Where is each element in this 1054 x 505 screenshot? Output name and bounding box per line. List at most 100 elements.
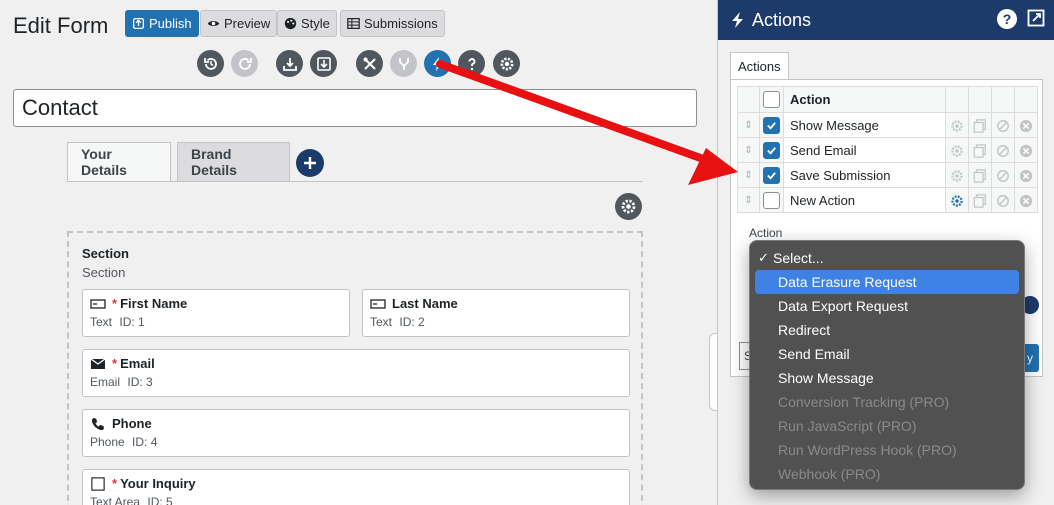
select-all-checkbox[interactable] xyxy=(763,91,780,109)
delete-icon[interactable] xyxy=(1019,119,1033,133)
field-last-name[interactable]: Last Name Text ID: 2 xyxy=(362,289,630,337)
tab-brand-details[interactable]: Brand Details xyxy=(177,142,290,181)
history-button[interactable] xyxy=(197,50,224,77)
menu-item-send-email[interactable]: Send Email xyxy=(755,342,1019,366)
drag-handle[interactable]: ⇕ xyxy=(737,162,760,188)
form-title-input[interactable] xyxy=(13,89,697,127)
wrench-screwdriver-icon xyxy=(363,57,376,70)
field-id: ID: 3 xyxy=(127,375,153,389)
menu-item-run-javascript: Run JavaScript (PRO) xyxy=(778,418,917,434)
expand-icon[interactable] xyxy=(1027,9,1045,27)
field-id: ID: 2 xyxy=(399,315,425,329)
gear-icon[interactable] xyxy=(950,144,964,158)
submissions-button[interactable]: Submissions xyxy=(340,10,445,37)
drag-handle[interactable]: ⇕ xyxy=(737,187,760,213)
duplicate-icon[interactable] xyxy=(973,194,987,208)
question-icon xyxy=(468,57,475,70)
tools-button[interactable] xyxy=(356,50,383,77)
panel-help-button[interactable]: ? xyxy=(997,9,1017,29)
lightning-icon xyxy=(732,12,743,28)
page-title: Edit Form xyxy=(13,13,109,38)
table-row[interactable]: ⇕ New Action xyxy=(737,187,1038,213)
lightning-icon xyxy=(432,56,442,71)
field-label: First Name xyxy=(120,296,188,311)
action-active-checkbox[interactable] xyxy=(763,166,780,184)
plus-icon xyxy=(304,157,316,169)
field-type: Email xyxy=(90,375,121,389)
drag-handle[interactable]: ⇕ xyxy=(737,112,760,138)
checkmark-icon: ✓ xyxy=(758,250,769,265)
duplicate-icon[interactable] xyxy=(973,169,987,183)
form-section: Section Section * First Name Text ID: 1 L… xyxy=(67,231,643,505)
gear-icon[interactable] xyxy=(950,194,964,208)
redo-button[interactable] xyxy=(231,50,258,77)
disable-icon[interactable] xyxy=(996,194,1010,208)
table-row[interactable]: ⇕ Save Submission xyxy=(737,162,1038,188)
field-type: Text Area xyxy=(90,495,141,505)
palette-icon xyxy=(284,17,297,30)
menu-item-conversion-tracking: Conversion Tracking (PRO) xyxy=(778,394,950,410)
question-icon: ? xyxy=(1002,11,1012,27)
tab-actions[interactable]: Actions xyxy=(730,52,789,80)
field-id: ID: 1 xyxy=(119,315,145,329)
section-settings-button[interactable] xyxy=(615,193,642,220)
logic-button[interactable] xyxy=(390,50,417,77)
field-first-name[interactable]: * First Name Text ID: 1 xyxy=(82,289,350,337)
field-type: Phone xyxy=(90,435,125,449)
field-email[interactable]: * Email Email ID: 3 xyxy=(82,349,630,397)
field-id: ID: 4 xyxy=(132,435,158,449)
menu-item-select[interactable]: ✓ Select... xyxy=(755,246,1019,270)
disable-icon[interactable] xyxy=(996,169,1010,183)
gear-icon[interactable] xyxy=(950,119,964,133)
settings-button[interactable] xyxy=(493,50,520,77)
menu-item-redirect[interactable]: Redirect xyxy=(755,318,1019,342)
field-your-inquiry[interactable]: * Your Inquiry Text Area ID: 5 xyxy=(82,469,630,505)
delete-icon[interactable] xyxy=(1019,144,1033,158)
duplicate-icon[interactable] xyxy=(973,144,987,158)
history-icon xyxy=(203,57,217,70)
field-phone[interactable]: Phone Phone ID: 4 xyxy=(82,409,630,457)
action-name[interactable]: Send Email xyxy=(783,137,946,163)
preview-button[interactable]: Preview xyxy=(200,10,278,37)
style-button[interactable]: Style xyxy=(277,10,337,37)
menu-item-data-erasure-request[interactable]: Data Erasure Request xyxy=(755,270,1019,294)
field-id: ID: 5 xyxy=(147,495,173,505)
disable-icon[interactable] xyxy=(996,144,1010,158)
eye-icon xyxy=(207,21,220,26)
import-button[interactable] xyxy=(276,50,303,77)
menu-item-label: Select... xyxy=(773,250,824,266)
help-button[interactable] xyxy=(458,50,485,77)
action-name[interactable]: Save Submission xyxy=(783,162,946,188)
section-title: Section xyxy=(82,246,129,261)
text-field-icon xyxy=(90,298,106,309)
delete-icon[interactable] xyxy=(1019,169,1033,183)
table-icon xyxy=(347,18,360,29)
drag-handle[interactable]: ⇕ xyxy=(737,137,760,163)
actions-button[interactable] xyxy=(424,50,451,77)
publish-button[interactable]: Publish xyxy=(125,10,199,37)
action-name[interactable]: New Action xyxy=(783,187,946,213)
tab-your-details[interactable]: Your Details xyxy=(67,142,171,181)
gear-icon[interactable] xyxy=(950,169,964,183)
required-mark: * xyxy=(112,296,118,311)
gear-icon xyxy=(621,199,636,214)
action-name[interactable]: Show Message xyxy=(783,112,946,138)
action-active-checkbox[interactable] xyxy=(763,116,780,134)
disable-icon[interactable] xyxy=(996,119,1010,133)
tabs-divider xyxy=(67,181,643,182)
menu-item-data-export-request[interactable]: Data Export Request xyxy=(755,294,1019,318)
export-button[interactable] xyxy=(310,50,337,77)
section-subtitle: Section xyxy=(82,265,126,280)
publish-label: Publish xyxy=(149,16,192,31)
form-editor: Edit Form Publish Preview Style Submissi… xyxy=(0,0,717,505)
action-active-checkbox[interactable] xyxy=(763,191,780,209)
duplicate-icon[interactable] xyxy=(973,119,987,133)
delete-icon[interactable] xyxy=(1019,194,1033,208)
table-row[interactable]: ⇕ Send Email xyxy=(737,137,1038,163)
download-tray-icon xyxy=(282,57,297,71)
add-tab-button[interactable] xyxy=(296,149,324,177)
panel-title: Actions xyxy=(752,9,812,30)
action-active-checkbox[interactable] xyxy=(763,141,780,159)
menu-item-show-message[interactable]: Show Message xyxy=(755,366,1019,390)
table-row[interactable]: ⇕ Show Message xyxy=(737,112,1038,138)
